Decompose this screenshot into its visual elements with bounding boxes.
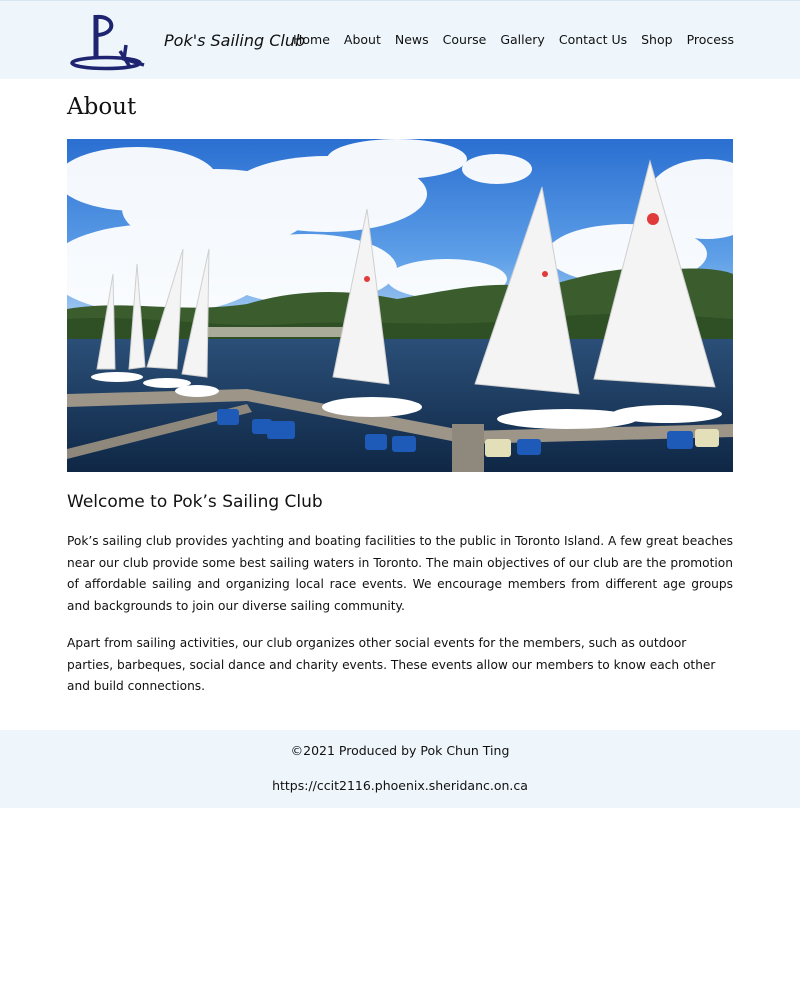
intro-paragraph: Pok’s sailing club provides yachting and… <box>67 534 733 613</box>
footer-credit: ©2021 Produced by Pok Chun Ting <box>290 743 510 758</box>
nav-about[interactable]: About <box>344 32 381 47</box>
welcome-heading: Welcome to Pok’s Sailing Club <box>67 492 323 512</box>
site-footer: ©2021 Produced by Pok Chun Ting https://… <box>0 730 800 808</box>
nav-course[interactable]: Course <box>443 32 487 47</box>
footer-url[interactable]: https://ccit2116.phoenix.sheridanc.on.ca <box>0 778 800 793</box>
club-logo[interactable] <box>68 11 150 71</box>
nav-contact-us[interactable]: Contact Us <box>559 32 627 47</box>
page-title: About <box>67 94 137 120</box>
events-paragraph: Apart from sailing activities, our club … <box>67 636 716 694</box>
nav-process[interactable]: Process <box>687 32 734 47</box>
hero-image <box>67 139 733 472</box>
site-header: Pok's Sailing Club Home About News Cours… <box>0 0 800 79</box>
main-nav: Home About News Course Gallery Contact U… <box>293 32 734 47</box>
nav-news[interactable]: News <box>395 32 429 47</box>
nav-home[interactable]: Home <box>293 32 330 47</box>
brand-name: Pok's Sailing Club <box>164 31 306 50</box>
nav-gallery[interactable]: Gallery <box>500 32 545 47</box>
nav-shop[interactable]: Shop <box>641 32 672 47</box>
